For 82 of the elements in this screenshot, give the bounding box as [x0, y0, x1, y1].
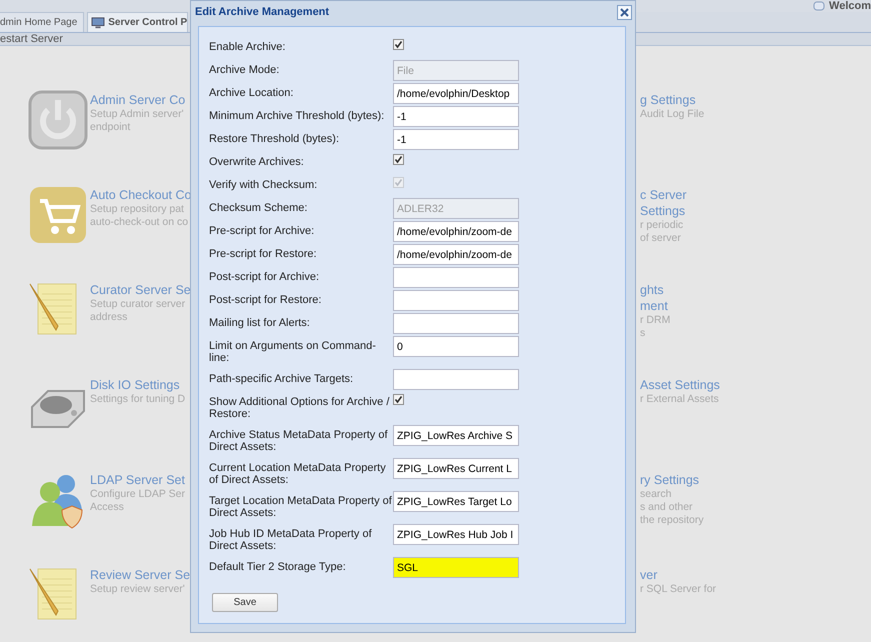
tile-description: Access	[90, 501, 125, 514]
tile-description: the repository	[640, 514, 704, 527]
tile-description: Setup curator server	[90, 298, 186, 311]
tile-title[interactable]: Review Server Se	[90, 567, 190, 583]
tile-description: s	[640, 327, 646, 340]
field-label: Limit on Arguments on Command-line:	[209, 339, 377, 364]
input-field[interactable]	[393, 313, 519, 334]
field-label: Current Location MetaData Property of Direct Assets:	[209, 461, 387, 486]
field-label: Checksum Scheme:	[209, 201, 308, 214]
save-button[interactable]: Save	[212, 593, 278, 612]
tile-description: Setup review server'	[90, 583, 186, 596]
field-label: Archive Location:	[209, 86, 294, 99]
field-label: Restore Threshold (bytes):	[209, 132, 340, 145]
field-label: Overwrite Archives:	[209, 155, 305, 168]
tile-description: Configure LDAP Ser	[90, 488, 185, 501]
field-label: Verify with Checksum:	[209, 178, 318, 191]
tile-title[interactable]: ry Settings	[640, 472, 704, 488]
field-label: Path-specific Archive Targets:	[209, 372, 354, 385]
field-label: Mailing list for Alerts:	[209, 316, 311, 329]
field-label: Post-script for Restore:	[209, 293, 322, 306]
tile-title[interactable]: Disk IO Settings	[90, 377, 186, 393]
input-field[interactable]: /home/evolphin/zoom-de	[393, 244, 519, 265]
field-label: Enable Archive:	[209, 40, 286, 53]
input-field[interactable]: 0	[393, 336, 519, 357]
tile-title[interactable]: g Settings	[640, 92, 704, 108]
tile-description: r SQL Server for	[640, 583, 716, 596]
tab[interactable]: dmin Home Page	[0, 12, 84, 32]
input-field[interactable]: ZPIG_LowRes Current L	[393, 458, 519, 479]
input-field[interactable]: ZPIG_LowRes Hub Job I	[393, 524, 519, 545]
tile-description: auto-check-out on co	[90, 216, 190, 229]
tile-description: endpoint	[90, 121, 132, 134]
tile-description: of server	[640, 232, 682, 245]
field-label: Job Hub ID MetaData Property of Direct Assets:	[209, 527, 373, 552]
input-field[interactable]: ZPIG_LowRes Target Lo	[393, 491, 519, 512]
input-field[interactable]	[393, 290, 519, 311]
checkbox[interactable]	[393, 154, 404, 165]
tile-title[interactable]: Curator Server Se	[90, 282, 191, 298]
input-field[interactable]: -1	[393, 129, 519, 150]
tile-description: Settings for tuning D	[90, 393, 186, 406]
tile-title[interactable]: ver	[640, 567, 716, 583]
tile-title[interactable]: LDAP Server Set	[90, 472, 185, 488]
tile-description: s and other	[640, 501, 694, 514]
power-icon	[28, 90, 88, 150]
welcome-text: Welcom	[829, 0, 871, 12]
tile-description: r periodic	[640, 219, 684, 232]
tile-description: r External Assets	[640, 393, 720, 406]
field-label: Post-script for Archive:	[209, 270, 320, 283]
toolbar-button[interactable]: estart Server	[0, 33, 63, 45]
field-label: Archive Mode:	[209, 63, 280, 76]
field-label: Target Location MetaData Property of Direct Assets:	[209, 494, 393, 519]
tile-description: search	[640, 488, 673, 501]
input-field[interactable]: /home/evolphin/zoom-de	[393, 221, 519, 242]
input-field[interactable]	[393, 369, 519, 390]
tile-description: Audit Log File	[640, 108, 704, 121]
input-field[interactable]: ZPIG_LowRes Archive S	[393, 425, 519, 446]
field-label: Default Tier 2 Storage Type:	[209, 560, 347, 573]
tile-title[interactable]: Admin Server Co	[90, 92, 186, 108]
input-field[interactable]: -1	[393, 106, 519, 127]
field-label: Archive Status MetaData Property of Direct Assets:	[209, 428, 389, 453]
input-field[interactable]	[393, 267, 519, 288]
user-icon	[813, 1, 826, 11]
cart-icon	[28, 185, 88, 245]
input-field[interactable]: SGL	[393, 557, 519, 578]
field-label: Pre-script for Archive:	[209, 224, 316, 237]
input-field[interactable]: /home/evolphin/Desktop	[393, 83, 519, 104]
tile-title[interactable]: Asset Settings	[640, 377, 720, 393]
tile-description: Setup Admin server'	[90, 108, 185, 121]
tab[interactable]: Server Control P	[87, 12, 188, 32]
close-button[interactable]	[617, 4, 632, 20]
dialog-title: Edit Archive Management	[195, 6, 330, 18]
field-label: Minimum Archive Threshold (bytes):	[209, 109, 386, 122]
tile-title[interactable]: Settings	[640, 203, 687, 219]
tile-description: r DRM	[640, 314, 670, 327]
tile-title[interactable]: ghts	[640, 282, 670, 298]
checkbox[interactable]	[393, 394, 404, 405]
field-label: Pre-script for Restore:	[209, 247, 318, 260]
tile-title[interactable]: ment	[640, 298, 670, 314]
tile-description: address	[90, 311, 128, 324]
field-label: Show Additional Options for Archive / Restore:	[209, 395, 390, 420]
checkbox[interactable]	[393, 39, 404, 50]
tile-title[interactable]: c Server	[640, 187, 687, 203]
tile-description: Setup repository pat	[90, 203, 185, 216]
